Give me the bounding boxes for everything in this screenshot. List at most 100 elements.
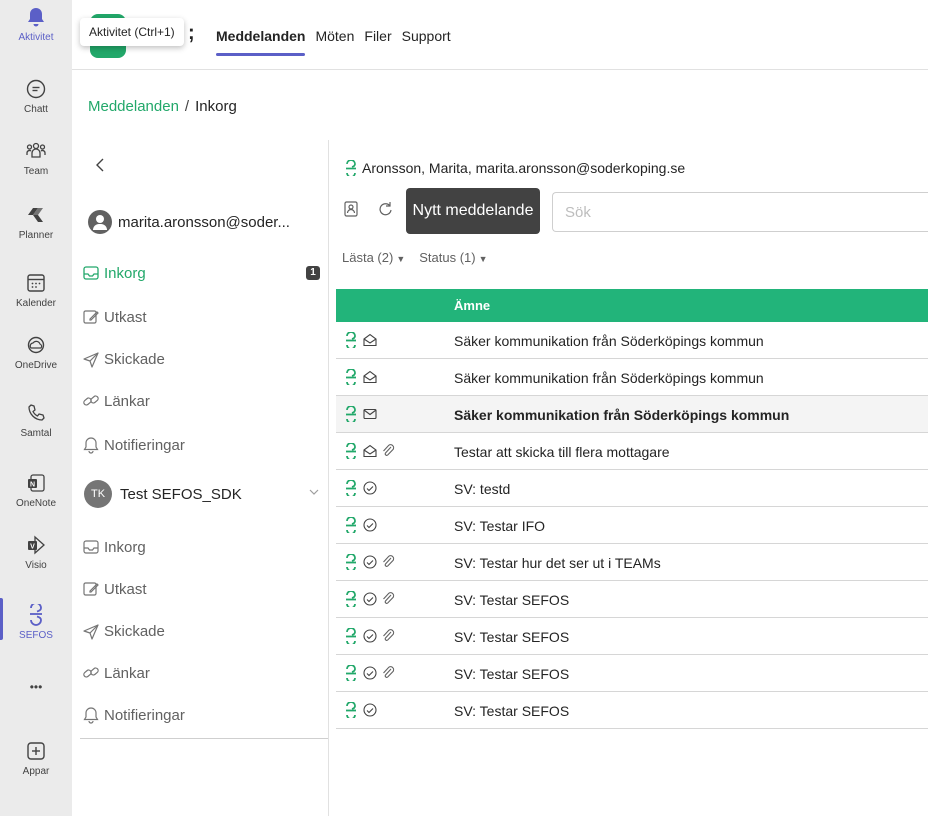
sefos-icon (344, 368, 360, 387)
inbox-icon (83, 540, 99, 554)
row-subject: SV: Testar SEFOS (454, 592, 570, 608)
bell-icon (28, 8, 44, 27)
replied-icon (362, 517, 378, 533)
table-row[interactable]: SV: Testar hur det ser ut i TEAMs (336, 544, 928, 581)
table-row[interactable]: SV: Testar SEFOS (336, 581, 928, 618)
group-folder-lankar[interactable]: Länkar (82, 664, 150, 682)
caret-down-icon: ▼ (396, 254, 406, 264)
replied-icon (362, 591, 378, 607)
chevron-down-icon[interactable] (308, 486, 320, 498)
app-rail: Aktivitet Chatt Team Planner Kalender On… (0, 0, 72, 816)
rail-item-visio[interactable]: V Visio (0, 534, 72, 571)
folder-label: Skickade (104, 350, 165, 368)
row-subject: Testar att skicka till flera mottagare (454, 444, 670, 460)
breadcrumb: Meddelanden / Inkorg (88, 98, 237, 115)
group-folder-inkorg[interactable]: Inkorg (82, 538, 146, 556)
group-avatar: TK (84, 480, 112, 508)
rail-label: Samtal (20, 428, 52, 439)
visio-icon: V (28, 535, 45, 555)
group-mailbox-row[interactable]: TK Test SEFOS_SDK (84, 480, 324, 508)
bell-outline-icon (83, 707, 99, 724)
new-message-button[interactable]: Nytt meddelande (406, 188, 540, 234)
rail-item-planner[interactable]: Planner (0, 204, 72, 241)
table-row[interactable]: SV: Testar SEFOS (336, 655, 928, 692)
row-icons (344, 368, 380, 387)
svg-text:N: N (30, 482, 35, 489)
search-input[interactable] (552, 192, 928, 232)
filter-bar: Lästa (2) ▼ Status (1) ▼ (342, 250, 502, 265)
group-folder-utkast[interactable]: Utkast (82, 580, 147, 598)
account-row[interactable]: marita.aronsson@soder... (88, 210, 290, 234)
rail-item-chatt[interactable]: Chatt (0, 78, 72, 115)
rail-item-aktivitet[interactable]: Aktivitet (0, 6, 72, 43)
rail-label: OneNote (15, 498, 57, 509)
rail-item-samtal[interactable]: Samtal (0, 402, 72, 439)
rail-label: Chatt (24, 104, 48, 115)
table-row[interactable]: Säker kommunikation från Söderköpings ko… (336, 322, 928, 359)
top-bar: Aktivitet (Ctrl+1) ; Meddelanden Möten F… (72, 0, 928, 70)
rail-item-onedrive[interactable]: OneDrive (0, 334, 72, 371)
sefos-icon (346, 160, 356, 176)
paperclip-icon (380, 628, 396, 644)
rail-item-appar[interactable]: Appar (0, 740, 72, 777)
group-folder-notifieringar[interactable]: Notifieringar (82, 706, 185, 724)
sefos-icon (344, 516, 360, 535)
rail-item-onenote[interactable]: N OneNote (0, 472, 72, 509)
tab-moten[interactable]: Möten (315, 28, 354, 56)
rail-item-kalender[interactable]: Kalender (0, 272, 72, 309)
folder-inkorg[interactable]: Inkorg (82, 264, 146, 282)
filter-read[interactable]: Lästa (2) ▼ (342, 250, 405, 265)
rail-label: OneDrive (14, 360, 58, 371)
rail-more-button[interactable]: ••• (0, 676, 72, 694)
refresh-icon[interactable] (376, 200, 394, 218)
contact-card-icon[interactable] (342, 200, 360, 218)
folder-notifieringar[interactable]: Notifieringar (82, 436, 185, 454)
envelope-open-icon (362, 443, 378, 459)
row-icons (344, 627, 398, 646)
breadcrumb-root-link[interactable]: Meddelanden (88, 98, 179, 115)
folder-lankar[interactable]: Länkar (82, 392, 150, 410)
folder-skickade[interactable]: Skickade (82, 350, 165, 368)
rail-item-sefos[interactable]: SEFOS (0, 604, 72, 641)
paperclip-icon (380, 443, 396, 459)
draft-icon (83, 582, 99, 596)
rail-item-team[interactable]: Team (0, 140, 72, 177)
cloud-icon (27, 336, 45, 354)
folder-label: Skickade (104, 622, 165, 640)
rail-label: Aktivitet (18, 32, 54, 43)
rail-label: Appar (22, 766, 50, 777)
table-row[interactable]: Testar att skicka till flera mottagare (336, 433, 928, 470)
table-row[interactable]: SV: testd (336, 470, 928, 507)
column-header-subject[interactable]: Ämne (454, 298, 490, 313)
table-body: Säker kommunikation från Söderköpings ko… (336, 322, 928, 729)
caret-down-icon: ▼ (478, 254, 488, 264)
replied-icon (362, 702, 378, 718)
rail-label: Kalender (15, 298, 57, 309)
paperclip-icon (380, 665, 396, 681)
filter-status[interactable]: Status (1) ▼ (419, 250, 487, 265)
table-row[interactable]: Säker kommunikation från Söderköpings ko… (336, 396, 928, 433)
row-subject: SV: Testar hur det ser ut i TEAMs (454, 555, 661, 571)
tab-support[interactable]: Support (402, 28, 451, 56)
account-avatar (88, 210, 112, 234)
tab-meddelanden[interactable]: Meddelanden (216, 28, 306, 56)
row-icons (344, 331, 380, 350)
folder-utkast[interactable]: Utkast (82, 308, 147, 326)
tab-filer[interactable]: Filer (364, 28, 391, 56)
table-row[interactable]: SV: Testar SEFOS (336, 692, 928, 729)
sefos-icon (344, 664, 360, 683)
rail-label: Planner (18, 230, 54, 241)
row-icons (344, 664, 398, 683)
table-row[interactable]: Säker kommunikation från Söderköpings ko… (336, 359, 928, 396)
mailbox-title: Aronsson, Marita, marita.aronsson@soderk… (344, 160, 685, 176)
table-row[interactable]: SV: Testar SEFOS (336, 618, 928, 655)
row-subject: SV: testd (454, 481, 511, 497)
rail-label: Team (23, 166, 49, 177)
table-row[interactable]: SV: Testar IFO (336, 507, 928, 544)
group-folder-skickade[interactable]: Skickade (82, 622, 165, 640)
row-icons (344, 516, 380, 535)
folder-label: Inkorg (104, 538, 146, 556)
breadcrumb-separator: / (184, 98, 190, 115)
rail-label: SEFOS (19, 630, 53, 641)
back-chevron-icon[interactable] (94, 156, 106, 174)
